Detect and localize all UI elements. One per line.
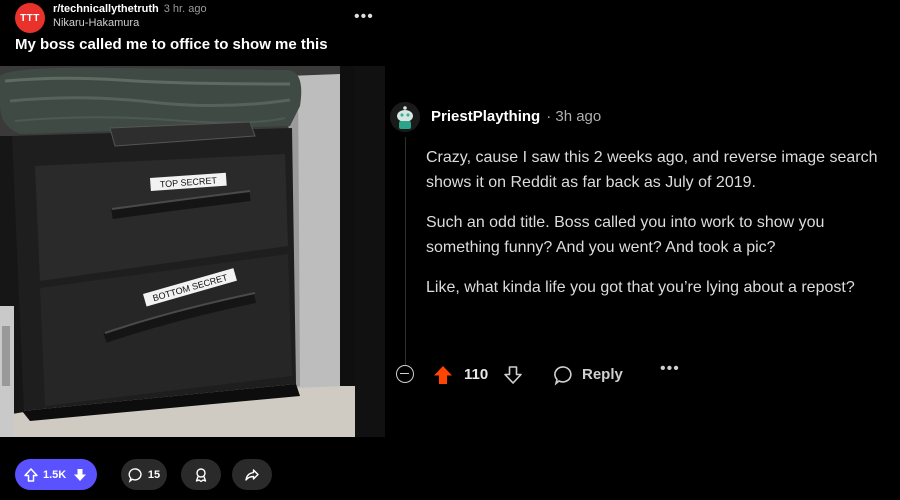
reply-button[interactable]: Reply (582, 363, 623, 387)
comment-icon (128, 467, 142, 483)
comment-body: Crazy, cause I saw this 2 weeks ago, and… (426, 145, 896, 315)
post-title[interactable]: My boss called me to office to show me t… (15, 36, 328, 53)
collapse-icon[interactable] (396, 365, 414, 383)
comment-overflow-menu-icon[interactable]: ••• (660, 360, 680, 378)
comment-username[interactable]: PriestPlaything (431, 108, 540, 125)
post-vote-count: 1.5K (43, 468, 67, 481)
comment-action-bar: 110 Reply ••• (390, 360, 890, 387)
comment-upvote-icon[interactable] (432, 364, 454, 386)
vote-pill: 1.5K (15, 459, 97, 490)
award-icon (195, 467, 207, 482)
post-image[interactable]: TOP SECRET BOTTOM SECRET (0, 66, 385, 437)
subreddit-name[interactable]: r/technicallythetruth (53, 3, 159, 15)
comment-paragraph: Such an odd title. Boss called you into … (426, 214, 825, 256)
comment-age: · 3h ago (546, 108, 602, 125)
post-meta: r/technicallythetruth 3 hr. ago Nikaru-Ha… (53, 2, 207, 30)
post-author[interactable]: Nikaru-Hakamura (53, 16, 207, 30)
comment-score: 110 (464, 366, 489, 383)
upvote-icon[interactable] (23, 467, 39, 483)
subreddit-avatar[interactable]: TTT (15, 3, 45, 33)
comment-count: 15 (147, 468, 161, 481)
post-overflow-menu-icon[interactable]: ••• (354, 8, 374, 26)
comment-downvote-icon[interactable] (503, 365, 523, 385)
comment-paragraph: Crazy, cause I saw this 2 weeks ago, and… (426, 149, 878, 191)
share-button[interactable] (232, 459, 272, 490)
award-button[interactable] (181, 459, 221, 490)
share-icon (245, 468, 259, 481)
snoo-avatar-icon (390, 102, 420, 132)
downvote-icon[interactable] (72, 467, 88, 483)
comment-header: PriestPlaything · 3h ago (431, 108, 601, 125)
post-age: 3 hr. ago (163, 3, 207, 15)
commenter-avatar[interactable] (390, 102, 420, 132)
filing-cabinet-photo: TOP SECRET BOTTOM SECRET (0, 66, 385, 437)
thread-line[interactable] (405, 137, 406, 365)
reply-icon[interactable] (553, 364, 575, 386)
comment-paragraph: Like, what kinda life you got that you’r… (426, 279, 855, 296)
comments-button[interactable]: 15 (121, 459, 167, 490)
